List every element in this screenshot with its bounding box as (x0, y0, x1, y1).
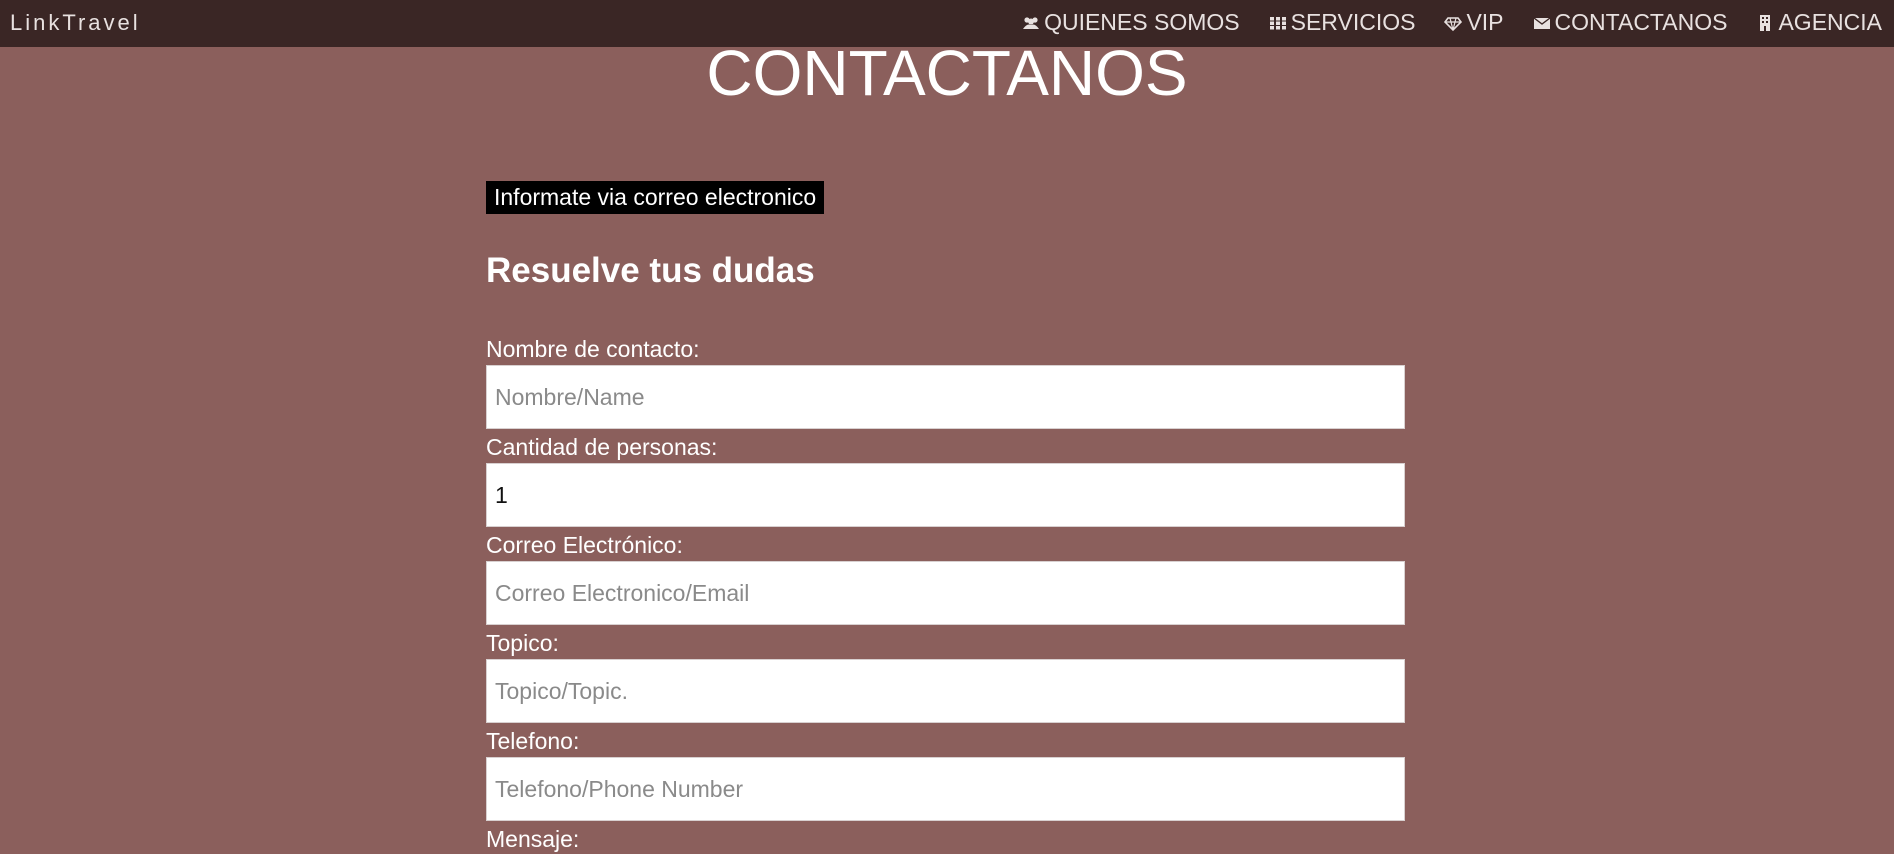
people-count-input[interactable] (486, 463, 1405, 527)
nav-item-label: AGENCIA (1778, 9, 1882, 35)
name-input[interactable] (486, 365, 1405, 429)
envelope-icon (1533, 14, 1551, 32)
building-icon (1756, 14, 1774, 32)
nav-item-quienes-somos[interactable]: QUIENES SOMOS (1022, 9, 1240, 36)
nav-item-label: QUIENES SOMOS (1044, 9, 1240, 35)
page-title: CONTACTANOS (706, 37, 1188, 109)
diamond-icon (1444, 14, 1463, 32)
info-banner: Informate via correo electronico (486, 181, 825, 214)
email-label: Correo Electrónico: (486, 532, 683, 558)
brand-logo[interactable]: LinkTravel (10, 10, 141, 36)
nav-item-contactanos[interactable]: CONTACTANOS (1533, 9, 1728, 36)
section-subtitle: Resuelve tus dudas (486, 251, 815, 290)
name-label: Nombre de contacto: (486, 336, 700, 362)
nav-menu: QUIENES SOMOS SERVICIOS VIP CONTACTANOS … (993, 9, 1882, 36)
nav-item-label: CONTACTANOS (1554, 9, 1728, 35)
users-icon (1022, 14, 1040, 32)
nav-item-servicios[interactable]: SERVICIOS (1269, 9, 1416, 36)
nav-item-label: SERVICIOS (1290, 9, 1416, 35)
nav-item-agencia[interactable]: AGENCIA (1756, 9, 1882, 36)
nav-item-vip[interactable]: VIP (1444, 9, 1504, 36)
grid-icon (1269, 14, 1287, 32)
topic-label: Topico: (486, 630, 559, 656)
people-count-label: Cantidad de personas: (486, 434, 718, 460)
message-label: Mensaje: (486, 826, 580, 852)
phone-input[interactable] (486, 757, 1405, 821)
phone-label: Telefono: (486, 728, 580, 754)
email-input[interactable] (486, 561, 1405, 625)
nav-item-label: VIP (1466, 9, 1504, 35)
topic-input[interactable] (486, 659, 1405, 723)
